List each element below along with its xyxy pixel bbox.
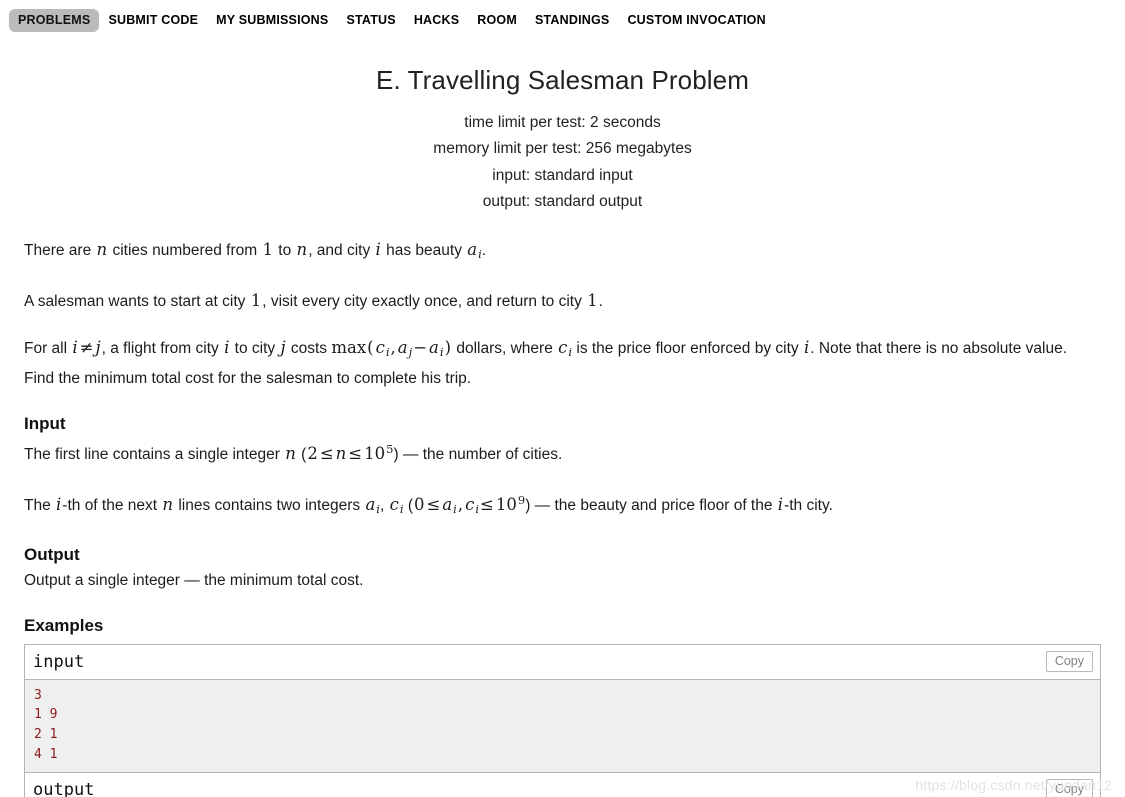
statement-paragraph-1: There are n cities numbered from 1 to n,… bbox=[24, 237, 1101, 267]
output-description: Output a single integer — the minimum to… bbox=[24, 571, 364, 589]
math-zero: 0 bbox=[414, 494, 425, 514]
sample-tests: input Copy 3 1 9 2 1 4 1 output Copy 11 bbox=[24, 643, 1101, 797]
sample-input-box: input Copy 3 1 9 2 1 4 1 bbox=[24, 643, 1101, 773]
math-not-equal: ≠ bbox=[79, 338, 94, 358]
text-fragment: For all bbox=[24, 340, 72, 358]
input-section-heading: Input bbox=[24, 413, 66, 433]
math-n: n bbox=[296, 240, 308, 260]
math-one: 1 bbox=[250, 291, 262, 311]
math-two: 2 bbox=[307, 443, 318, 463]
page-title: E. Travelling Salesman Problem bbox=[376, 65, 749, 95]
text-fragment: ( bbox=[403, 496, 413, 514]
problem-content: E. Travelling Salesman Problem time limi… bbox=[0, 65, 1125, 797]
memory-limit: memory limit per test: 256 megabytes bbox=[433, 140, 692, 158]
nav-item-submit-code[interactable]: SUBMIT CODE bbox=[99, 9, 207, 33]
math-leq: ≤ bbox=[426, 494, 441, 514]
time-limit: time limit per test: 2 seconds bbox=[464, 114, 661, 131]
math-max-operator: max bbox=[331, 338, 367, 358]
math-n: n bbox=[335, 443, 347, 463]
copy-output-button[interactable]: Copy bbox=[1045, 779, 1093, 797]
text-fragment: -th of the next bbox=[62, 496, 162, 514]
math-paren-open: ( bbox=[367, 338, 374, 358]
text-fragment: , a flight from city bbox=[101, 340, 224, 358]
text-fragment: , visit every city exactly once, and ret… bbox=[262, 293, 587, 311]
math-n: n bbox=[162, 494, 174, 514]
math-ten: 10 bbox=[364, 443, 386, 463]
input-description-line-2: The i -th of the next n lines contains tw… bbox=[24, 488, 1101, 522]
math-one: 1 bbox=[262, 240, 274, 260]
math-c: c bbox=[558, 338, 568, 358]
math-a: a bbox=[397, 338, 408, 358]
statement-paragraph-2: A salesman wants to start at city 1, vis… bbox=[24, 288, 1101, 314]
math-subscript-i: i bbox=[385, 345, 390, 360]
math-j: j bbox=[280, 338, 286, 358]
text-fragment: is the price floor enforced by city bbox=[572, 340, 803, 358]
text-fragment: ( bbox=[296, 445, 307, 463]
text-fragment: There are bbox=[24, 242, 96, 260]
nav-item-custom-invocation[interactable]: CUSTOM INVOCATION bbox=[618, 9, 774, 33]
math-c: c bbox=[465, 494, 475, 514]
main-navigation: PROBLEMS SUBMIT CODE MY SUBMISSIONS STAT… bbox=[0, 0, 1125, 41]
examples-heading: Examples bbox=[24, 615, 104, 635]
sample-input-header: input Copy bbox=[25, 644, 1100, 680]
problem-limits: time limit per test: 2 seconds memory li… bbox=[24, 110, 1101, 215]
math-c: c bbox=[375, 338, 385, 358]
nav-item-hacks[interactable]: HACKS bbox=[405, 9, 468, 33]
math-i: i bbox=[375, 240, 381, 260]
math-comma: , bbox=[390, 338, 396, 358]
math-j: j bbox=[95, 338, 101, 358]
text-fragment: has beauty bbox=[381, 242, 467, 260]
input-description-line-1: The first line contains a single integer… bbox=[24, 437, 1101, 467]
text-fragment: , and city bbox=[308, 242, 375, 260]
text-fragment: . bbox=[598, 293, 603, 311]
text-fragment: ) — the number of cities. bbox=[393, 445, 563, 463]
nav-item-my-submissions[interactable]: MY SUBMISSIONS bbox=[207, 9, 337, 33]
statement-paragraph-3: For all i ≠ j, a flight from city i to cit… bbox=[24, 335, 1101, 390]
math-a: a bbox=[442, 494, 453, 514]
text-fragment: lines contains two integers bbox=[174, 496, 365, 514]
text-fragment: The first line contains a single integer bbox=[24, 445, 285, 463]
sample-input-label: input bbox=[33, 651, 85, 672]
output-stream: output: standard output bbox=[482, 192, 643, 210]
math-one: 1 bbox=[587, 291, 598, 311]
copy-input-button[interactable]: Copy bbox=[1045, 650, 1093, 673]
text-fragment: costs bbox=[286, 340, 332, 358]
output-section-heading: Output bbox=[24, 544, 80, 564]
sample-input-data: 3 1 9 2 1 4 1 bbox=[25, 679, 1100, 773]
math-leq: ≤ bbox=[319, 443, 334, 463]
math-minus: − bbox=[413, 338, 428, 358]
text-fragment: . bbox=[481, 242, 487, 260]
nav-item-standings[interactable]: STANDINGS bbox=[526, 9, 619, 33]
text-fragment: A salesman wants to start at city bbox=[24, 293, 250, 311]
sample-output-box: output Copy 11 bbox=[24, 772, 1101, 797]
nav-item-problems[interactable]: PROBLEMS bbox=[9, 8, 100, 33]
math-a: a bbox=[429, 338, 439, 358]
math-ten: 10 bbox=[495, 494, 517, 514]
math-n: n bbox=[96, 240, 108, 260]
text-fragment: cities numbered from bbox=[108, 242, 262, 260]
nav-item-status[interactable]: STATUS bbox=[337, 9, 404, 33]
nav-item-room[interactable]: ROOM bbox=[468, 9, 526, 33]
text-fragment: to city bbox=[230, 340, 280, 358]
text-fragment: The bbox=[24, 496, 56, 514]
math-a: a bbox=[467, 240, 478, 260]
math-leq: ≤ bbox=[480, 494, 494, 514]
input-stream: input: standard input bbox=[492, 166, 633, 184]
sample-output-label: output bbox=[33, 780, 95, 797]
text-fragment: ) — the beauty and price floor of the bbox=[525, 496, 777, 514]
text-fragment: , bbox=[379, 496, 389, 514]
math-leq: ≤ bbox=[348, 443, 363, 463]
text-fragment: to bbox=[274, 242, 296, 260]
math-i: i bbox=[777, 494, 784, 514]
math-c: c bbox=[389, 494, 399, 514]
math-n: n bbox=[285, 443, 296, 463]
sample-output-header: output Copy bbox=[25, 773, 1100, 797]
math-i: i bbox=[72, 338, 78, 358]
text-fragment: dollars, where bbox=[452, 340, 558, 358]
math-paren-close: ) bbox=[444, 338, 452, 358]
text-fragment: -th city. bbox=[784, 496, 833, 514]
math-a: a bbox=[365, 494, 376, 514]
